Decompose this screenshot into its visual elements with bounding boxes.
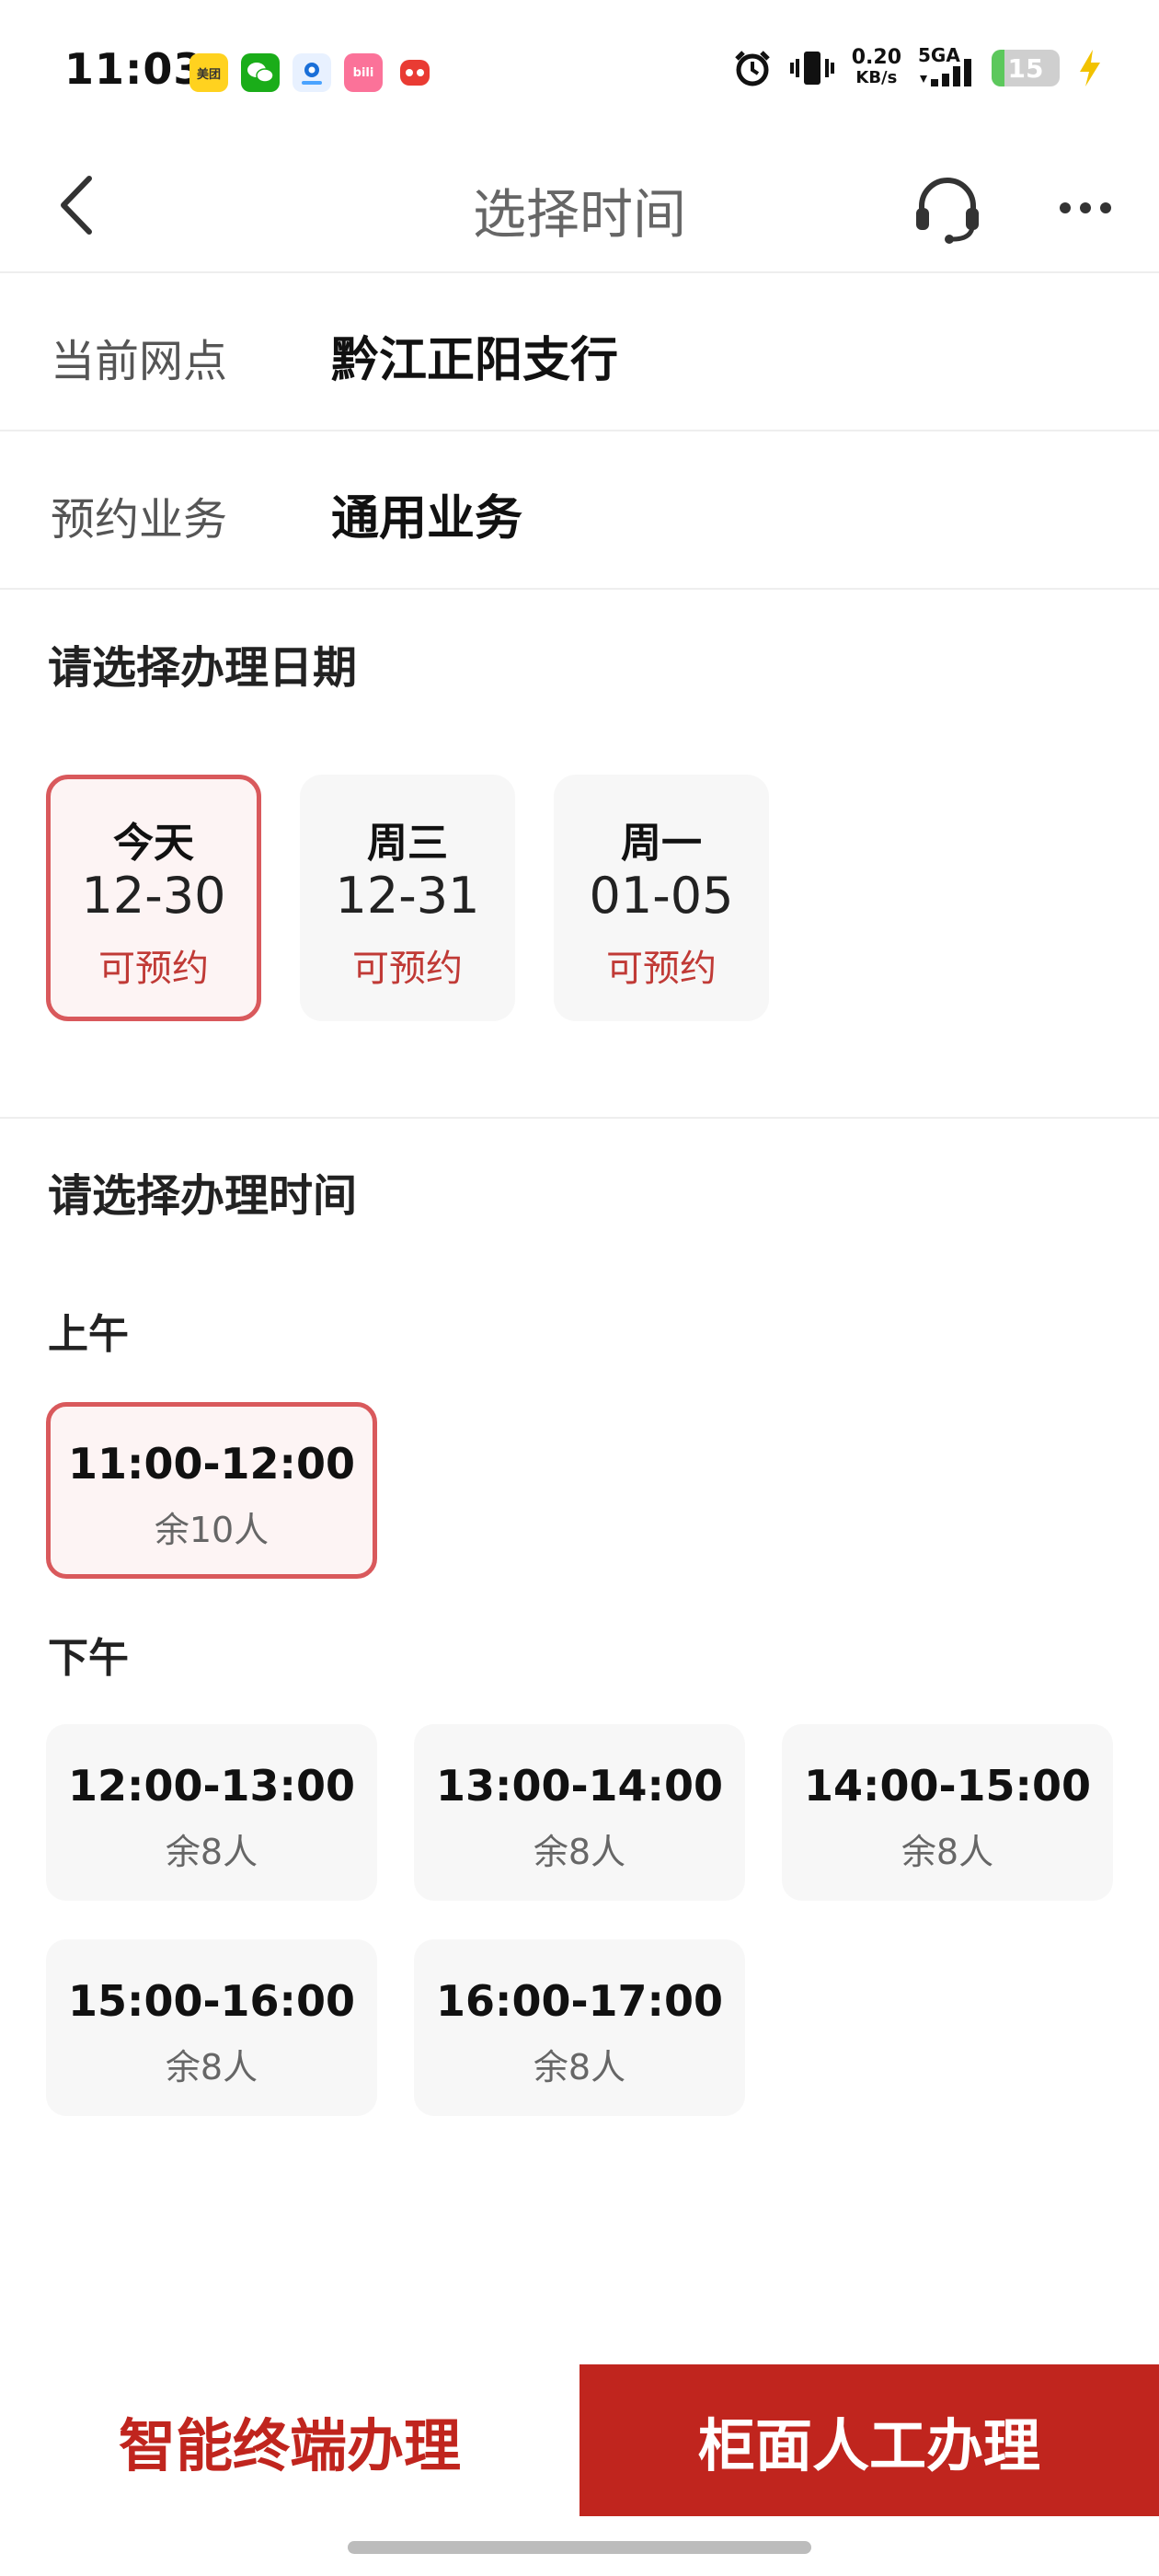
time-slot-13-14[interactable]: 13:00-14:00 余8人 [414, 1724, 745, 1901]
date-card-wed[interactable]: 周三 12-31 可预约 [300, 775, 515, 1021]
blue-app-icon [293, 53, 331, 92]
more-dot-icon [1060, 202, 1071, 213]
section-divider [0, 1117, 1159, 1119]
status-time: 11:03 [64, 44, 204, 94]
status-bar: 11:03 美团 bili 0.20 KB/s 5GA 15 [0, 0, 1159, 138]
customer-service-button[interactable] [911, 171, 984, 245]
signal-bars-icon [920, 59, 971, 86]
network-speed: 0.20 KB/s [852, 48, 901, 88]
date-date: 12-31 [335, 867, 480, 925]
date-day: 周三 [367, 820, 448, 867]
slot-remaining: 余8人 [165, 1832, 258, 1872]
slot-time: 13:00-14:00 [436, 1761, 723, 1811]
slot-remaining: 余8人 [165, 2047, 258, 2087]
net-speed-unit: KB/s [855, 68, 898, 87]
charging-icon [1080, 50, 1100, 86]
more-dot-icon [1100, 202, 1111, 213]
slot-time: 12:00-13:00 [68, 1761, 355, 1811]
red-app-icon [396, 53, 434, 92]
more-dot-icon [1080, 202, 1091, 213]
afternoon-label: 下午 [48, 1635, 129, 1682]
more-options-button[interactable] [1050, 180, 1120, 236]
branch-row: 当前网点 黔江正阳支行 [0, 273, 1159, 431]
date-status: 可预约 [98, 948, 209, 990]
branch-label: 当前网点 [51, 336, 228, 387]
counter-service-button[interactable]: 柜面人工办理 [580, 2364, 1159, 2516]
date-day: 今天 [113, 820, 194, 867]
time-slot-15-16[interactable]: 15:00-16:00 余8人 [46, 1939, 377, 2116]
date-section-title: 请选择办理日期 [48, 642, 358, 694]
business-label: 预约业务 [51, 494, 228, 546]
date-status: 可预约 [606, 948, 717, 990]
branch-value: 黔江正阳支行 [331, 333, 619, 388]
battery-level: 15 [1007, 52, 1044, 84]
screen: 11:03 美团 bili 0.20 KB/s 5GA 15 选择时间 当前网点… [0, 0, 1159, 2576]
slot-time: 11:00-12:00 [68, 1439, 355, 1489]
headset-icon [916, 178, 979, 244]
business-row: 预约业务 通用业务 [0, 431, 1159, 590]
date-status: 可预约 [352, 948, 463, 990]
alarm-icon [734, 51, 770, 86]
status-right: 0.20 KB/s 5GA 15 [732, 44, 1104, 88]
slot-remaining: 余8人 [901, 1832, 994, 1872]
smart-terminal-button[interactable]: 智能终端办理 [0, 2364, 580, 2516]
slot-time: 16:00-17:00 [436, 1976, 723, 2026]
date-card-mon[interactable]: 周一 01-05 可预约 [554, 775, 769, 1021]
slot-remaining: 余8人 [533, 1832, 626, 1872]
page-title: 选择时间 [472, 183, 686, 246]
bilibili-app-icon: bili [344, 53, 383, 92]
signal-indicator: 5GA [918, 44, 975, 88]
date-date: 12-30 [81, 867, 226, 925]
time-slot-14-15[interactable]: 14:00-15:00 余8人 [782, 1724, 1113, 1901]
slot-time: 14:00-15:00 [804, 1761, 1091, 1811]
date-day: 周一 [621, 820, 702, 867]
business-value: 通用业务 [331, 491, 523, 546]
notification-app-icons: 美团 bili [189, 53, 434, 92]
meituan-app-icon: 美团 [189, 53, 228, 92]
time-slot-16-17[interactable]: 16:00-17:00 余8人 [414, 1939, 745, 2116]
date-card-today[interactable]: 今天 12-30 可预约 [46, 775, 261, 1021]
vibrate-icon [789, 52, 834, 85]
slot-time: 15:00-16:00 [68, 1976, 355, 2026]
time-section-title: 请选择办理时间 [48, 1170, 358, 1222]
nav-bar: 选择时间 [0, 138, 1159, 273]
morning-label: 上午 [48, 1311, 129, 1358]
home-indicator[interactable] [348, 2541, 811, 2554]
time-slot-12-13[interactable]: 12:00-13:00 余8人 [46, 1724, 377, 1901]
slot-remaining: 余8人 [533, 2047, 626, 2087]
battery-indicator: 15 [992, 50, 1060, 86]
net-speed-value: 0.20 [851, 46, 901, 69]
date-date: 01-05 [589, 867, 734, 925]
slot-remaining: 余10人 [154, 1510, 270, 1550]
time-slot-11-12[interactable]: 11:00-12:00 余10人 [46, 1402, 377, 1579]
wechat-app-icon [241, 53, 280, 92]
